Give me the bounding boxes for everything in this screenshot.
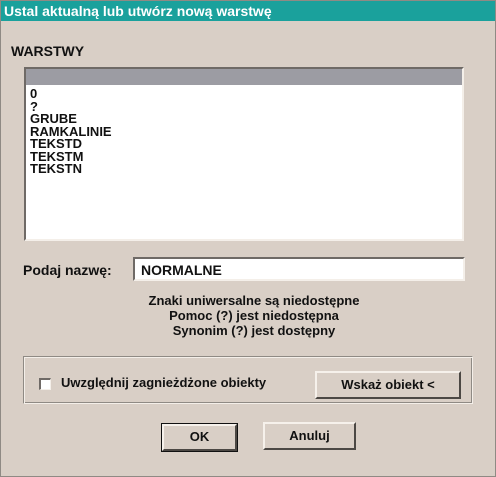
wildcards-info: Znaki uniwersalne są niedostępne: [148, 293, 360, 308]
ok-button[interactable]: OK: [161, 423, 238, 452]
layer-list-item[interactable]: TEKSTD: [30, 137, 462, 151]
layer-list-item[interactable]: 0: [30, 87, 462, 101]
list-header-bar: [26, 69, 462, 85]
layers-list[interactable]: 0? GRUBE RAMKALINIE TEKSTD TEKSTM TEKSTN: [24, 67, 464, 241]
layer-items: 0? GRUBE RAMKALINIE TEKSTD TEKSTM TEKSTN: [26, 85, 462, 176]
layers-label: WARSTWY: [11, 43, 85, 59]
layer-list-item[interactable]: ?: [30, 100, 462, 114]
layer-list-item[interactable]: TEKSTN: [30, 162, 462, 176]
name-input[interactable]: NORMALNE: [133, 257, 465, 281]
layer-list-item[interactable]: TEKSTM: [30, 150, 462, 164]
cancel-button[interactable]: Anuluj: [263, 422, 356, 450]
name-label: Podaj nazwę:: [23, 262, 112, 278]
layer-list-item[interactable]: RAMKALINIE: [30, 125, 462, 139]
pick-object-button[interactable]: Wskaż obiekt <: [315, 371, 461, 399]
synonym-info: Synonim (?) jest dostępny: [172, 323, 336, 338]
dialog-title: Ustal aktualną lub utwórz nową warstwę: [1, 1, 495, 21]
nested-objects-label: Uwzględnij zagnieżdżone obiekty: [61, 375, 267, 390]
nested-objects-checkbox[interactable]: [39, 378, 51, 390]
layer-dialog: Ustal aktualną lub utwórz nową warstwę W…: [0, 0, 496, 477]
help-info: Pomoc (?) jest niedostępna: [169, 308, 339, 323]
